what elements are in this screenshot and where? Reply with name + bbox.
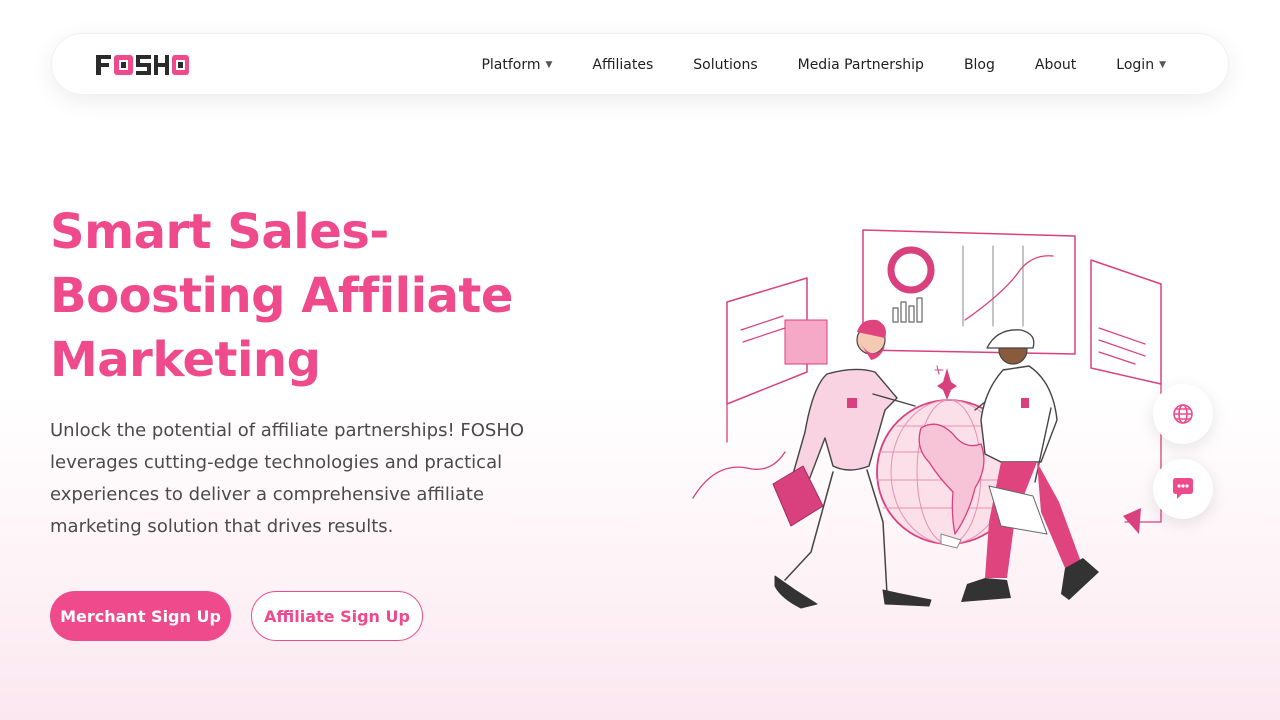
nav-item-media-partnership[interactable]: Media Partnership bbox=[798, 57, 924, 73]
nav-item-label: Solutions bbox=[693, 57, 758, 73]
top-navbar: Platform ▼ Affiliates Solutions Media Pa… bbox=[51, 33, 1229, 95]
nav-item-affiliates[interactable]: Affiliates bbox=[592, 57, 653, 73]
fosho-logo[interactable] bbox=[94, 52, 190, 78]
hero-illustration bbox=[692, 229, 1162, 609]
nav-links: Platform ▼ Affiliates Solutions Media Pa… bbox=[481, 34, 1166, 96]
chat-icon bbox=[1173, 478, 1193, 499]
nav-item-label: Platform bbox=[481, 57, 541, 73]
nav-item-platform[interactable]: Platform ▼ bbox=[481, 57, 552, 73]
language-button[interactable] bbox=[1153, 384, 1213, 444]
nav-item-label: Affiliates bbox=[592, 57, 654, 73]
nav-item-login[interactable]: Login ▼ bbox=[1116, 57, 1166, 73]
chat-button[interactable] bbox=[1153, 459, 1213, 519]
chevron-down-icon: ▼ bbox=[1159, 60, 1166, 70]
nav-item-label: Media Partnership bbox=[797, 57, 924, 73]
nav-item-label: Login bbox=[1116, 57, 1155, 73]
globe-icon bbox=[1173, 404, 1193, 424]
hero-description: Unlock the potential of affiliate partne… bbox=[50, 420, 525, 537]
chevron-down-icon: ▼ bbox=[545, 60, 553, 70]
nav-item-blog[interactable]: Blog bbox=[964, 57, 995, 73]
nav-item-label: Blog bbox=[963, 57, 995, 73]
nav-item-about[interactable]: About bbox=[1035, 57, 1076, 73]
merchant-sign-up-button[interactable]: Merchant Sign Up bbox=[50, 591, 231, 641]
nav-item-solutions[interactable]: Solutions bbox=[693, 57, 757, 73]
nav-item-label: About bbox=[1034, 57, 1077, 73]
hero-title: Smart Sales-Boosting Affiliate Marketing bbox=[50, 204, 513, 388]
affiliate-sign-up-button[interactable]: Affiliate Sign Up bbox=[251, 591, 423, 641]
